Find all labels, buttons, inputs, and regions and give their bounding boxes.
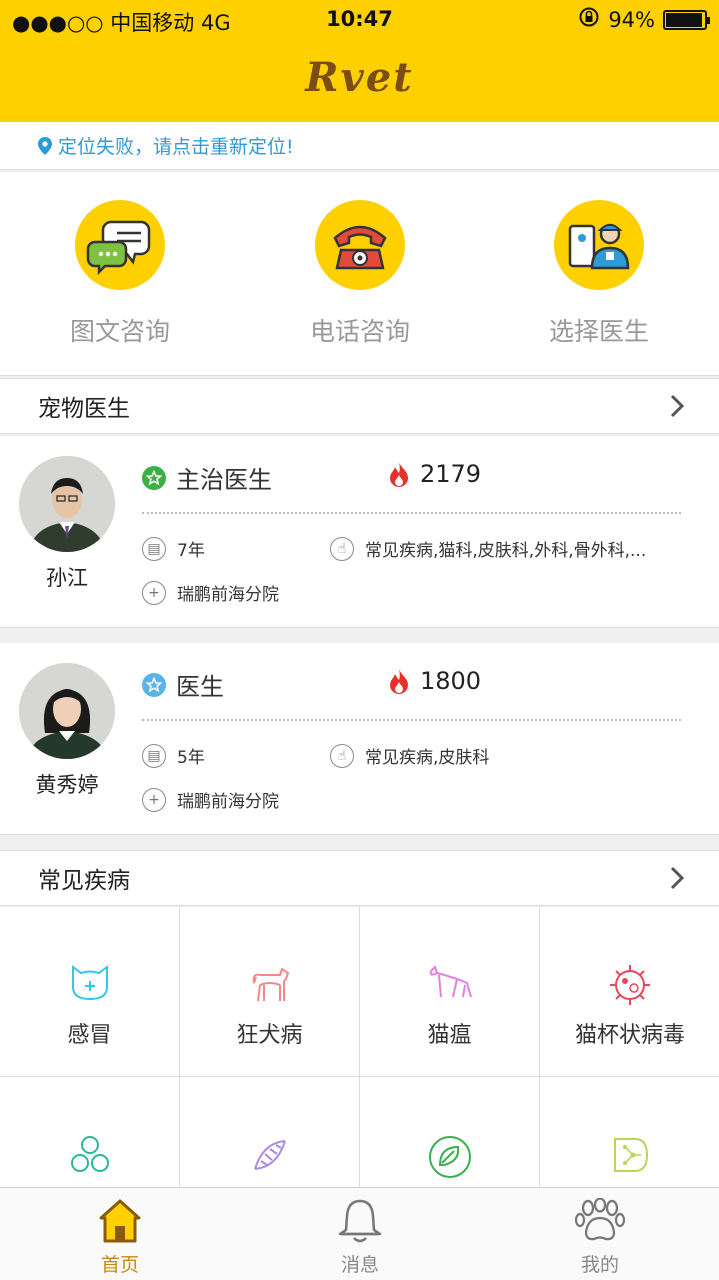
doctor-popularity: 1800 <box>388 667 481 695</box>
location-pin-icon <box>38 136 52 155</box>
doctor-title-text: 主治医生 <box>176 466 272 494</box>
app-header: ●●●○○ 中国移动 4G 10:47 94% Rvet <box>0 0 719 122</box>
hospital-text: 瑞鹏前海分院 <box>177 792 279 812</box>
disease-label: 狂犬病 <box>236 1023 303 1048</box>
doctor-title: 医生 <box>142 667 224 702</box>
disease-item[interactable]: 感冒 <box>0 907 180 1077</box>
quick-actions: 图文咨询 电话咨询 选择医生 <box>0 172 719 376</box>
section-title: 宠物医生 <box>38 396 130 422</box>
avatar <box>19 456 115 552</box>
disease-label: 猫瘟 <box>427 1023 472 1048</box>
briefcase-icon: ▤ <box>142 743 166 768</box>
doctor-popularity: 2179 <box>388 460 481 488</box>
disease-item[interactable]: 狂犬病 <box>180 907 360 1077</box>
bottom-tab-bar: 首页 消息 我的 <box>0 1187 719 1280</box>
tab-label: 消息 <box>340 1254 379 1276</box>
telephone-icon <box>315 200 405 290</box>
tab-label: 首页 <box>100 1254 139 1276</box>
disease-label: 猫杯状病毒 <box>574 1023 685 1048</box>
quick-action-choose-doctor[interactable]: 选择医生 <box>499 200 699 348</box>
briefcase-icon: ▤ <box>142 536 166 561</box>
tab-messages[interactable]: 消息 <box>240 1198 480 1277</box>
location-message: 定位失败，请点击重新定位! <box>58 136 294 158</box>
chevron-right-icon <box>670 394 685 418</box>
star-badge-icon <box>142 465 166 490</box>
specialties: ☝ 常见疾病,皮肤科 <box>330 743 489 768</box>
pet-doctors-header[interactable]: 宠物医生 <box>0 378 719 434</box>
doctor-name: 孙江 <box>46 566 88 590</box>
flame-icon <box>390 669 408 694</box>
cells-icon <box>0 1135 179 1177</box>
status-right: 94% <box>578 6 710 33</box>
popularity-count: 1800 <box>420 667 482 695</box>
chat-bubbles-icon <box>75 200 165 290</box>
star-badge-icon <box>142 672 166 697</box>
disease-item[interactable]: 猫杯状病毒 <box>540 907 719 1077</box>
divider <box>142 719 681 721</box>
dog-icon <box>180 963 359 1005</box>
home-icon <box>99 1199 141 1243</box>
common-diseases-header[interactable]: 常见疾病 <box>0 850 719 906</box>
specialties-text: 常见疾病,猫科,皮肤科,外科,骨外科,... <box>365 541 647 561</box>
tab-profile[interactable]: 我的 <box>480 1197 719 1277</box>
experience-text: 5年 <box>177 748 205 768</box>
quick-action-label: 图文咨询 <box>69 317 170 346</box>
doctor-title-text: 医生 <box>176 673 224 701</box>
thumb-icon: ☝ <box>330 536 354 561</box>
status-bar: ●●●○○ 中国移动 4G 10:47 94% <box>0 0 719 40</box>
hospital: + 瑞鹏前海分院 <box>142 787 279 812</box>
doctor-title: 主治医生 <box>142 460 272 495</box>
section-title: 常见疾病 <box>38 868 130 894</box>
disease-item[interactable]: 猫瘟 <box>360 907 540 1077</box>
avatar <box>19 663 115 759</box>
bell-icon <box>338 1199 382 1243</box>
dna-icon <box>180 1135 359 1177</box>
doctor-icon <box>554 200 644 290</box>
shield-network-icon <box>540 1135 719 1177</box>
cat-face-icon <box>0 963 179 1005</box>
doctor-card[interactable]: 黄秀婷 医生 1800 ▤ 5年 ☝ 常见疾病,皮肤科 + 瑞鹏前海分院 <box>0 643 719 835</box>
flame-icon <box>390 462 408 487</box>
thumb-icon: ☝ <box>330 743 354 768</box>
quick-action-label: 选择医生 <box>548 317 649 346</box>
virus-icon <box>540 963 719 1005</box>
paw-icon <box>574 1197 626 1241</box>
hospital-text: 瑞鹏前海分院 <box>177 585 279 605</box>
battery-icon <box>663 9 710 30</box>
cat-icon <box>360 963 539 1005</box>
app-logo: Rvet <box>305 54 414 101</box>
experience: ▤ 7年 <box>142 536 205 561</box>
experience: ▤ 5年 <box>142 743 205 768</box>
doctor-card[interactable]: 孙江 主治医生 2179 ▤ 7年 ☝ 常见疾病,猫科,皮肤科,外科,骨外科,.… <box>0 436 719 628</box>
disease-label: 感冒 <box>67 1023 112 1048</box>
chevron-right-icon <box>670 866 685 890</box>
medical-cross-icon: + <box>142 580 166 605</box>
hospital: + 瑞鹏前海分院 <box>142 580 279 605</box>
leaf-icon <box>360 1135 539 1178</box>
battery-percent: 94% <box>608 7 655 32</box>
experience-text: 7年 <box>177 541 205 561</box>
specialties-text: 常见疾病,皮肤科 <box>365 748 490 768</box>
location-retry-bar[interactable]: 定位失败，请点击重新定位! <box>0 122 719 170</box>
quick-action-image-text[interactable]: 图文咨询 <box>20 200 220 348</box>
diseases-grid: 感冒 狂犬病 猫瘟 猫杯状病毒 <box>0 907 719 1247</box>
specialties: ☝ 常见疾病,猫科,皮肤科,外科,骨外科,... <box>330 536 646 561</box>
quick-action-label: 电话咨询 <box>309 317 410 346</box>
rotation-lock-icon <box>578 6 600 33</box>
tab-label: 我的 <box>580 1254 619 1276</box>
doctor-name: 黄秀婷 <box>35 773 99 797</box>
popularity-count: 2179 <box>420 460 482 488</box>
quick-action-phone[interactable]: 电话咨询 <box>260 200 460 348</box>
tab-home[interactable]: 首页 <box>0 1198 240 1277</box>
medical-cross-icon: + <box>142 787 166 812</box>
divider <box>142 512 681 514</box>
